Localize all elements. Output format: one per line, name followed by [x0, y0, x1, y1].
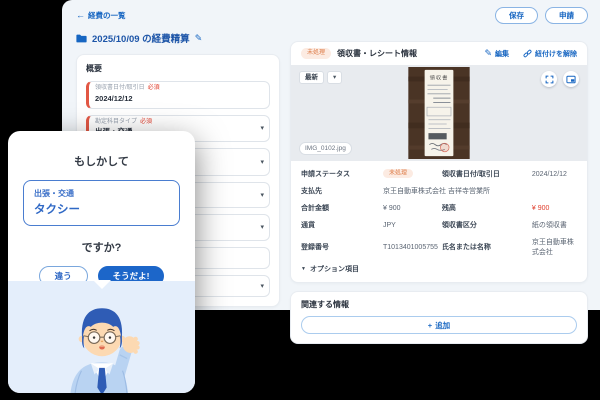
detail-value: T1013401005755 — [383, 244, 438, 251]
receipt-photo[interactable]: 領収書 — [408, 67, 470, 159]
dialog-question: ですか? — [8, 239, 195, 255]
required-mark: 必須 — [148, 85, 160, 91]
detail-value: 2024/12/12 — [532, 171, 577, 178]
unlink-icon — [523, 49, 532, 58]
add-button-label: 追加 — [435, 320, 450, 331]
fullscreen-button[interactable] — [541, 71, 557, 87]
receipt-details-grid: 申請ステータス 未処理 領収書日付/取引日 2024/12/12 支払先 京王自… — [291, 161, 587, 282]
options-section-toggle[interactable]: ▼ オプション項目 — [301, 264, 577, 274]
save-button[interactable]: 保存 — [495, 7, 538, 24]
chevron-down-icon: ▾ — [260, 191, 264, 199]
related-heading: 関連する情報 — [301, 299, 577, 310]
suggestion-box[interactable]: 出張・交通 タクシー — [23, 180, 180, 226]
chevron-down-icon: ▾ — [260, 282, 264, 290]
detail-label: 領収書区分 — [442, 220, 528, 230]
summary-heading: 概要 — [86, 63, 270, 74]
field-receipt-date[interactable]: 領収書日付/取引日必須 2024/12/12 — [86, 81, 270, 109]
options-toggle-label: オプション項目 — [310, 264, 359, 274]
related-info-panel: 関連する情報 + 追加 — [290, 291, 588, 344]
right-column: 未処理 領収書・レシート情報 ✎ 編集 紐付けを解除 — [290, 41, 588, 344]
chevron-down-icon: ▾ — [260, 223, 264, 231]
suggestion-category: 出張・交通 — [34, 188, 169, 199]
popout-button[interactable] — [563, 71, 579, 87]
required-mark: 必須 — [140, 119, 152, 125]
dialog-illustration-area — [8, 281, 195, 393]
detail-value: 京王自動車株式会社 — [532, 237, 577, 257]
topbar: ← 経費の一覧 保存 申請 — [62, 0, 600, 24]
page-title: 2025/10/09 の経費精算 — [92, 31, 190, 45]
picture-in-picture-icon — [566, 75, 576, 84]
field-value: 2024/12/12 — [95, 94, 255, 104]
folder-icon — [76, 34, 87, 43]
filename-chip[interactable]: IMG_0102.jpg — [299, 142, 352, 155]
back-link-label: 経費の一覧 — [88, 10, 126, 21]
chevron-down-icon: ▾ — [260, 158, 264, 166]
assistant-character-illustration — [42, 283, 162, 393]
dialog-prompt: もしかして — [8, 153, 195, 169]
detail-label: 支払先 — [301, 186, 379, 196]
detail-value: ¥ 900 — [383, 205, 438, 212]
receipt-panel-title: 領収書・レシート情報 — [337, 48, 478, 59]
plus-icon: + — [428, 321, 432, 330]
chevron-down-icon: ▾ — [260, 124, 264, 132]
pencil-icon: ✎ — [484, 49, 492, 58]
field-label: 勘定科目タイプ — [95, 119, 137, 125]
back-arrow-icon: ← — [76, 11, 85, 20]
add-related-button[interactable]: + 追加 — [301, 316, 577, 334]
topbar-actions: 保存 申請 — [495, 7, 588, 24]
receipt-viewer: 最新 ▾ — [291, 65, 587, 161]
edit-title-icon[interactable]: ✎ — [195, 34, 203, 43]
detail-label: 合計金額 — [301, 203, 379, 213]
detail-label: 残高 — [442, 203, 528, 213]
field-label: 領収書日付/取引日 — [95, 85, 145, 91]
caret-down-icon: ▼ — [301, 266, 306, 272]
edit-receipt-link[interactable]: ✎ 編集 — [484, 49, 509, 59]
version-chip[interactable]: 最新 — [299, 71, 324, 84]
expand-icon — [545, 75, 554, 84]
receipt-doc-title: 領収書 — [430, 73, 449, 81]
status-badge: 未処理 — [301, 48, 331, 58]
detail-value: JPY — [383, 222, 438, 229]
suggestion-item: タクシー — [34, 201, 169, 217]
detail-value: 紙の領収書 — [532, 220, 577, 230]
detail-label: 申請ステータス — [301, 169, 379, 179]
edit-link-label: 編集 — [495, 49, 509, 59]
detail-value: 京王自動車株式会社 吉祥寺営業所 — [383, 186, 577, 196]
status-badge: 未処理 — [383, 169, 413, 178]
back-to-expense-list-link[interactable]: ← 経費の一覧 — [76, 10, 126, 21]
detail-label: 領収書日付/取引日 — [442, 169, 528, 179]
receipt-header: 未処理 領収書・レシート情報 ✎ 編集 紐付けを解除 — [291, 42, 587, 65]
detail-label: 通貨 — [301, 220, 379, 230]
balance-value: ¥ 900 — [532, 205, 577, 212]
unlink-receipt-link[interactable]: 紐付けを解除 — [523, 49, 577, 59]
detail-label: 登録番号 — [301, 242, 379, 252]
unlink-link-label: 紐付けを解除 — [535, 49, 577, 59]
detail-label: 氏名または名称 — [442, 242, 528, 252]
version-dropdown-chip[interactable]: ▾ — [327, 71, 342, 84]
submit-button[interactable]: 申請 — [545, 7, 588, 24]
suggestion-dialog: もしかして 出張・交通 タクシー ですか? 違う そうだよ! — [8, 131, 195, 393]
receipt-info-panel: 未処理 領収書・レシート情報 ✎ 編集 紐付けを解除 — [290, 41, 588, 283]
